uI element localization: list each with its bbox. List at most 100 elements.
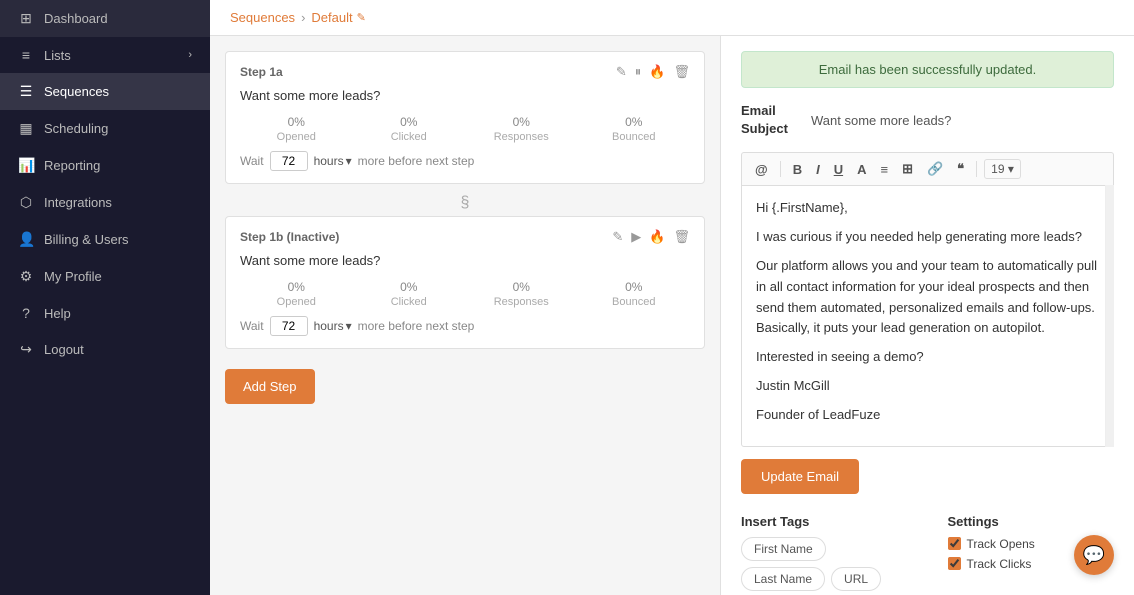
editor-line-3: Our platform allows you and your team to… bbox=[756, 256, 1099, 339]
toolbar-quote-btn[interactable]: ❝ bbox=[952, 158, 969, 180]
sidebar-item-help[interactable]: ? Help bbox=[0, 295, 210, 331]
hours-select-1b[interactable]: hours ▾ bbox=[314, 319, 352, 333]
sidebar-item-scheduling[interactable]: ▦ Scheduling bbox=[0, 110, 210, 147]
editor-line-4: Interested in seeing a demo? bbox=[756, 347, 1099, 368]
fire-step-icon-1b[interactable]: 🔥 bbox=[649, 229, 665, 245]
editor-body[interactable]: Hi {.FirstName}, I was curious if you ne… bbox=[741, 185, 1114, 446]
chat-bubble[interactable]: 💬 bbox=[1074, 535, 1114, 575]
editor-scroll: Hi {.FirstName}, I was curious if you ne… bbox=[741, 185, 1114, 446]
scheduling-icon: ▦ bbox=[18, 120, 34, 137]
stat-bounced: 0% Bounced bbox=[578, 115, 691, 143]
steps-panel: Step 1a ✎ ⏸ 🔥 🗑 Want some more leads? 0%… bbox=[210, 36, 720, 595]
insert-tags-section: Insert Tags First Name Last Name URL Com… bbox=[741, 514, 908, 595]
stat-clicked: 0% Clicked bbox=[353, 115, 466, 143]
sidebar-item-label: My Profile bbox=[44, 269, 102, 284]
track-clicks-checkbox[interactable] bbox=[948, 557, 961, 570]
sidebar-item-label: Logout bbox=[44, 342, 84, 357]
toolbar-underline-btn[interactable]: U bbox=[829, 159, 848, 180]
sidebar-item-integrations[interactable]: ⬡ Integrations bbox=[0, 184, 210, 221]
toolbar-divider-2 bbox=[976, 161, 977, 177]
email-subject-row: EmailSubject Want some more leads? bbox=[741, 102, 1114, 138]
toolbar-link-btn[interactable]: 🔗 bbox=[922, 158, 948, 180]
tag-last-name[interactable]: Last Name bbox=[741, 567, 825, 591]
add-step-button[interactable]: Add Step bbox=[225, 369, 315, 404]
track-opens-label: Track Opens bbox=[967, 537, 1035, 551]
wait-input-1b[interactable]: 72 bbox=[270, 316, 308, 336]
stat-opened: 0% Opened bbox=[240, 115, 353, 143]
stat-responses-1b: 0% Responses bbox=[465, 280, 578, 308]
toolbar-at-btn[interactable]: @ bbox=[750, 159, 773, 180]
toolbar-bold-btn[interactable]: B bbox=[788, 159, 807, 180]
track-clicks-label: Track Clicks bbox=[967, 557, 1032, 571]
edit-step-icon-1b[interactable]: ✎ bbox=[612, 229, 623, 245]
sidebar-item-label: Scheduling bbox=[44, 121, 108, 136]
sidebar-item-label: Sequences bbox=[44, 84, 109, 99]
play-step-icon[interactable]: ▶ bbox=[631, 229, 641, 245]
chat-icon: 💬 bbox=[1083, 545, 1105, 566]
sidebar-item-lists[interactable]: ≡ Lists › bbox=[0, 37, 210, 73]
step-card-1b: Step 1b (Inactive) ✎ ▶ 🔥 🗑 Want some mor… bbox=[225, 216, 705, 349]
breadcrumb: Sequences › Default ✎ bbox=[210, 0, 1134, 36]
toolbar-color-btn[interactable]: A bbox=[852, 159, 871, 180]
update-email-button[interactable]: Update Email bbox=[741, 459, 859, 494]
delete-step-icon-1b[interactable]: 🗑 bbox=[673, 229, 690, 245]
wait-more-text-1b: more before next step bbox=[358, 319, 475, 333]
sidebar-item-label: Lists bbox=[44, 48, 71, 63]
step-card-1a: Step 1a ✎ ⏸ 🔥 🗑 Want some more leads? 0%… bbox=[225, 51, 705, 184]
toolbar-divider-1 bbox=[780, 161, 781, 177]
insert-tags-label: Insert Tags bbox=[741, 514, 908, 529]
editor-signature-title: Founder of LeadFuze bbox=[756, 405, 1099, 426]
sidebar-item-label: Help bbox=[44, 306, 71, 321]
step-wait-1b: Wait 72 hours ▾ more before next step bbox=[240, 316, 690, 336]
breadcrumb-separator: › bbox=[301, 10, 305, 25]
toolbar-italic-btn[interactable]: I bbox=[811, 159, 825, 180]
hours-select-1a[interactable]: hours ▾ bbox=[314, 154, 352, 168]
email-subject-label: EmailSubject bbox=[741, 102, 801, 138]
pause-step-icon[interactable]: ⏸ bbox=[635, 64, 642, 80]
sidebar-item-sequences[interactable]: ☰ Sequences bbox=[0, 73, 210, 110]
sidebar-item-billing[interactable]: 👤 Billing & Users bbox=[0, 221, 210, 258]
step-title-1a: Step 1a bbox=[240, 65, 283, 79]
stat-bounced-1b: 0% Bounced bbox=[578, 280, 691, 308]
sidebar-item-reporting[interactable]: 📊 Reporting bbox=[0, 147, 210, 184]
step-stats-1b: 0% Opened 0% Clicked 0% Responses 0% Bou… bbox=[240, 280, 690, 308]
chevron-right-icon: › bbox=[188, 49, 192, 61]
toolbar-align-btn[interactable]: ≡ bbox=[875, 159, 893, 180]
edit-step-icon[interactable]: ✎ bbox=[616, 64, 627, 80]
profile-icon: ⚙ bbox=[18, 268, 34, 285]
editor-line-2: I was curious if you needed help generat… bbox=[756, 227, 1099, 248]
wait-input-1a[interactable]: 72 bbox=[270, 151, 308, 171]
editor-signature-name: Justin McGill bbox=[756, 376, 1099, 397]
lists-icon: ≡ bbox=[18, 47, 34, 63]
step-subject-1b: Want some more leads? bbox=[240, 253, 690, 268]
bottom-section: Insert Tags First Name Last Name URL Com… bbox=[741, 514, 1114, 595]
edit-icon[interactable]: ✎ bbox=[357, 11, 366, 24]
toolbar-fontsize-btn[interactable]: 19 ▾ bbox=[984, 159, 1021, 179]
integrations-icon: ⬡ bbox=[18, 194, 34, 211]
sidebar-item-dashboard[interactable]: ⊞ Dashboard bbox=[0, 0, 210, 37]
breadcrumb-parent[interactable]: Sequences bbox=[230, 10, 295, 25]
sidebar-item-label: Billing & Users bbox=[44, 232, 129, 247]
sidebar-item-label: Integrations bbox=[44, 195, 112, 210]
help-icon: ? bbox=[18, 305, 34, 321]
billing-icon: 👤 bbox=[18, 231, 34, 248]
logout-icon: ↪ bbox=[18, 341, 34, 358]
sidebar-item-logout[interactable]: ↪ Logout bbox=[0, 331, 210, 368]
wait-more-text-1a: more before next step bbox=[358, 154, 475, 168]
stat-responses: 0% Responses bbox=[465, 115, 578, 143]
step-wait-1a: Wait 72 hours ▾ more before next step bbox=[240, 151, 690, 171]
sidebar-item-label: Dashboard bbox=[44, 11, 108, 26]
track-opens-checkbox[interactable] bbox=[948, 537, 961, 550]
success-banner: Email has been successfully updated. bbox=[741, 51, 1114, 88]
tag-first-name[interactable]: First Name bbox=[741, 537, 826, 561]
stat-opened-1b: 0% Opened bbox=[240, 280, 353, 308]
fire-step-icon[interactable]: 🔥 bbox=[649, 64, 665, 80]
delete-step-icon[interactable]: 🗑 bbox=[673, 64, 690, 80]
step-stats-1a: 0% Opened 0% Clicked 0% Responses 0% Bou… bbox=[240, 115, 690, 143]
tag-url[interactable]: URL bbox=[831, 567, 881, 591]
sequences-icon: ☰ bbox=[18, 83, 34, 100]
sidebar-item-profile[interactable]: ⚙ My Profile bbox=[0, 258, 210, 295]
step-title-1b: Step 1b (Inactive) bbox=[240, 230, 339, 244]
email-panel: Email has been successfully updated. Ema… bbox=[720, 36, 1134, 595]
toolbar-table-btn[interactable]: ⊞ bbox=[897, 158, 918, 180]
